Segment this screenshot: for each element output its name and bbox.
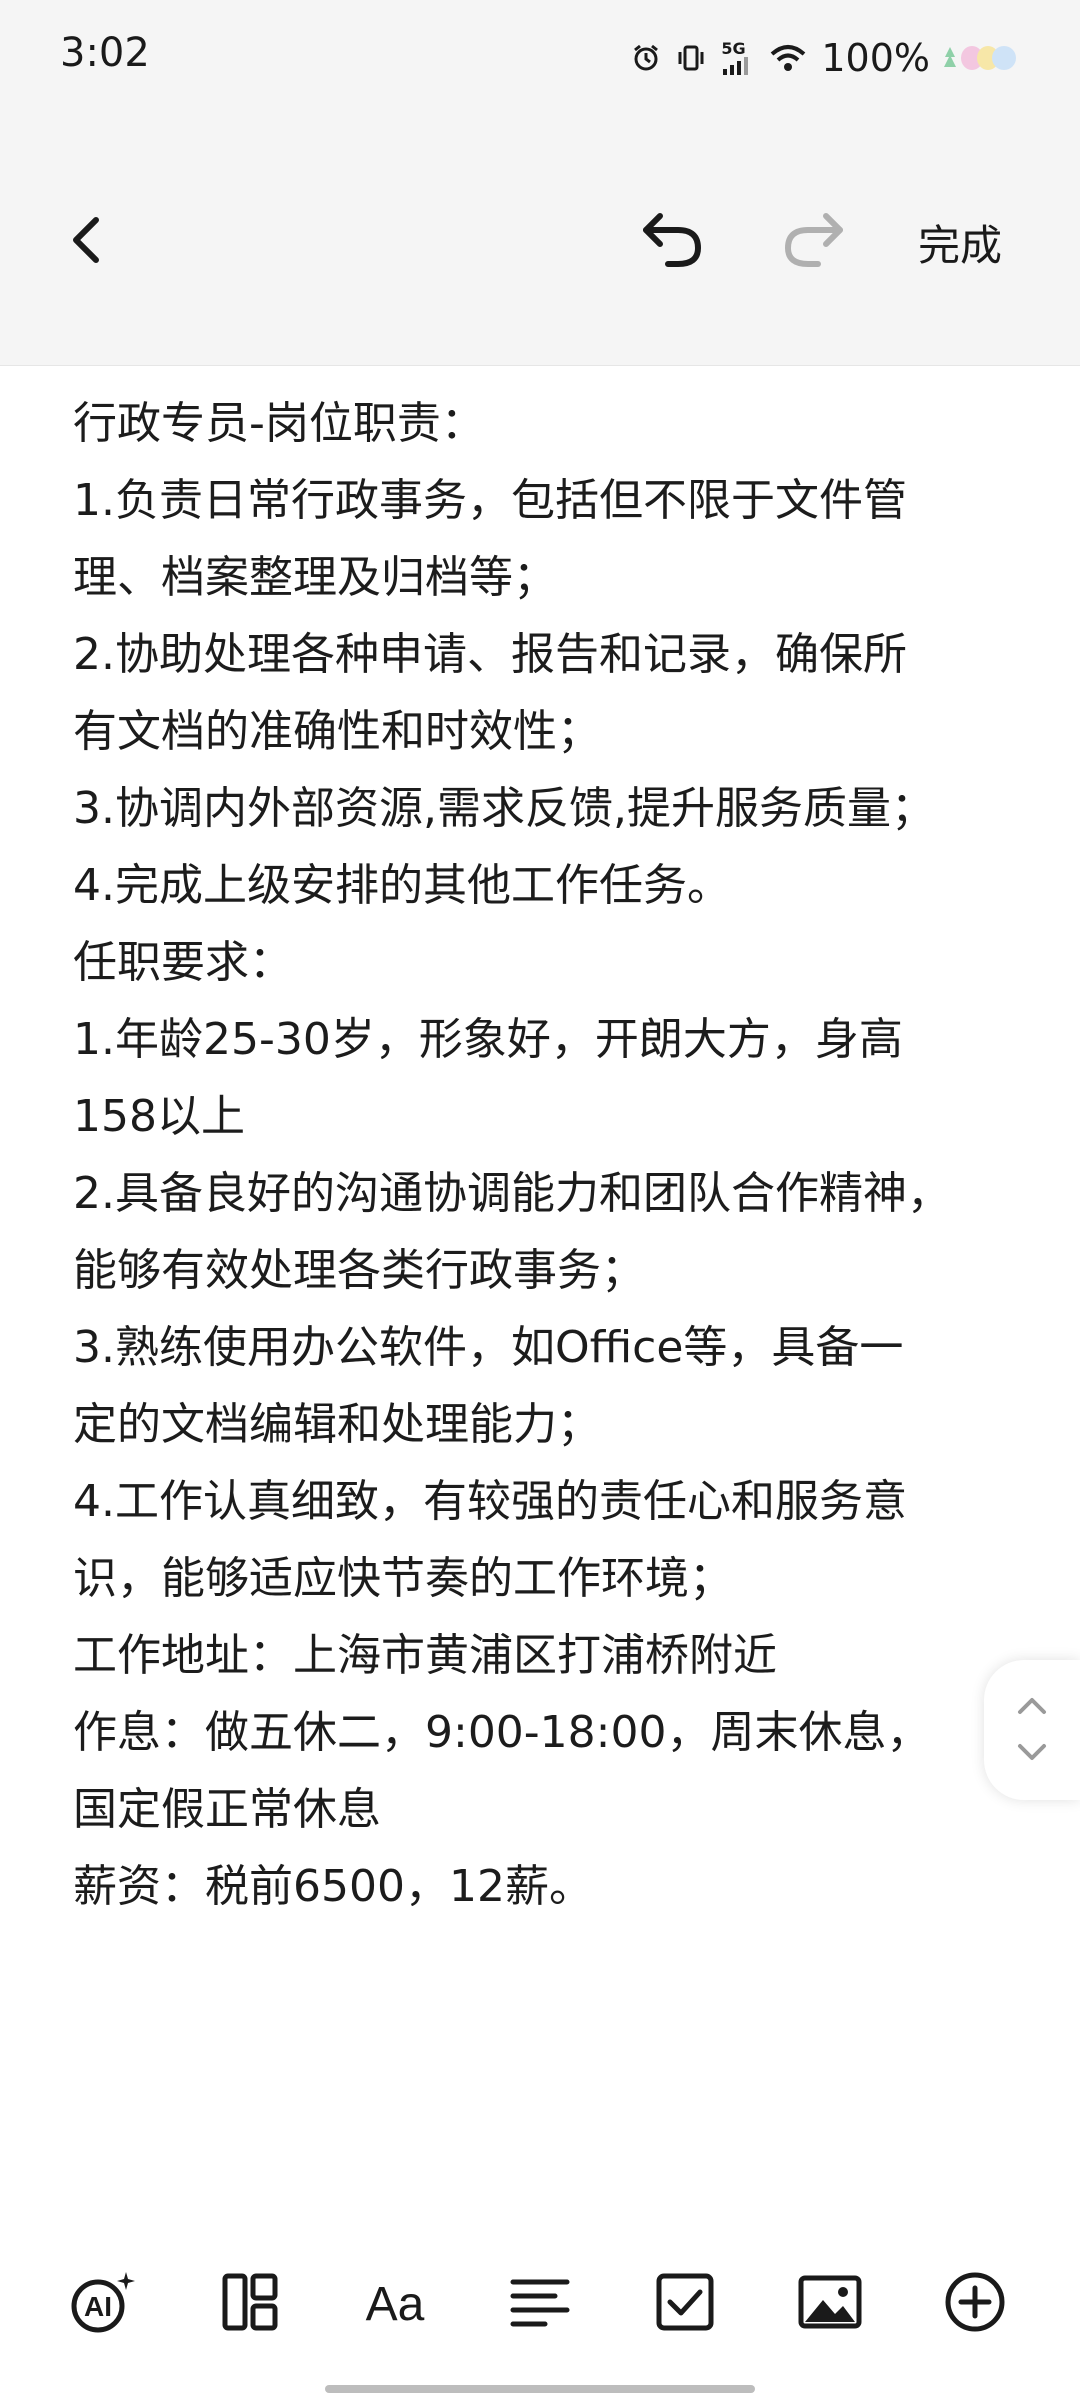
wifi-icon xyxy=(771,45,806,71)
ai-label: AI xyxy=(84,2291,112,2322)
note-line: 理、档案整理及归档等； xyxy=(73,552,557,603)
battery-decor-icon xyxy=(944,46,1016,70)
note-body[interactable]: 行政专员-岗位职责： 1.负责日常行政事务，包括但不限于文件管 理、档案整理及归… xyxy=(73,385,1033,1925)
text-align-icon[interactable] xyxy=(505,2270,575,2334)
chevron-down-icon[interactable] xyxy=(1014,1740,1050,1764)
status-time: 3:02 xyxy=(60,30,150,76)
undo-icon[interactable] xyxy=(638,208,708,272)
back-icon[interactable] xyxy=(60,210,120,270)
status-bar: 3:02 5G 100% xyxy=(0,0,1080,120)
alarm-icon xyxy=(634,44,659,71)
note-line: 4.工作认真细致，有较强的责任心和服务意 xyxy=(73,1476,907,1527)
layout-icon[interactable] xyxy=(215,2270,285,2334)
network-type: 5G xyxy=(721,39,746,58)
note-line: 1.负责日常行政事务，包括但不限于文件管 xyxy=(73,475,907,526)
checklist-icon[interactable] xyxy=(650,2270,720,2334)
note-line: 3.熟练使用办公软件，如Office等，具备一 xyxy=(73,1322,904,1373)
cellular-signal: 5G xyxy=(721,41,755,75)
done-button[interactable]: 完成 xyxy=(918,212,1002,273)
note-line: 4.完成上级安排的其他工作任务。 xyxy=(73,860,731,911)
note-line: 定的文档编辑和处理能力； xyxy=(73,1399,601,1450)
note-line: 1.年龄25-30岁，形象好，开朗大方，身高 xyxy=(73,1014,903,1065)
format-toolbar: AI Aa xyxy=(0,2250,1080,2350)
note-line: 2.具备良好的沟通协调能力和团队合作精神， xyxy=(73,1168,951,1219)
note-line: 国定假正常休息 xyxy=(73,1784,381,1835)
note-line: 工作地址：上海市黄浦区打浦桥附近 xyxy=(73,1630,777,1681)
note-line: 行政专员-岗位职责： xyxy=(73,398,485,449)
font-style-icon[interactable]: Aa xyxy=(360,2270,430,2334)
note-line: 158以上 xyxy=(73,1091,245,1142)
image-icon[interactable] xyxy=(795,2270,865,2334)
home-indicator[interactable] xyxy=(325,2385,755,2393)
scroll-handle[interactable] xyxy=(984,1660,1080,1800)
note-line: 2.协助处理各种申请、报告和记录，确保所 xyxy=(73,629,907,680)
battery-level: 100% xyxy=(821,36,930,80)
editor-toolbar: 完成 xyxy=(0,120,1080,366)
note-line: 识，能够适应快节奏的工作环境； xyxy=(73,1553,733,1604)
vibrate-icon xyxy=(678,45,704,71)
ai-assistant-icon[interactable]: AI xyxy=(68,2270,138,2334)
note-line: 3.协调内外部资源,需求反馈,提升服务质量； xyxy=(73,783,935,834)
note-line: 作息：做五休二，9:00-18:00，周末休息， xyxy=(73,1707,931,1758)
note-line: 有文档的准确性和时效性； xyxy=(73,706,601,757)
note-line: 能够有效处理各类行政事务； xyxy=(73,1245,645,1296)
chevron-up-icon[interactable] xyxy=(1014,1694,1050,1718)
note-line: 薪资：税前6500，12薪。 xyxy=(73,1861,593,1912)
note-line: 任职要求： xyxy=(73,937,293,988)
add-icon[interactable] xyxy=(940,2270,1010,2334)
redo-icon[interactable] xyxy=(778,208,848,272)
font-label: Aa xyxy=(366,2278,425,2331)
signal-bars-icon xyxy=(723,57,749,75)
status-icons: 5G 100% xyxy=(631,36,1020,80)
